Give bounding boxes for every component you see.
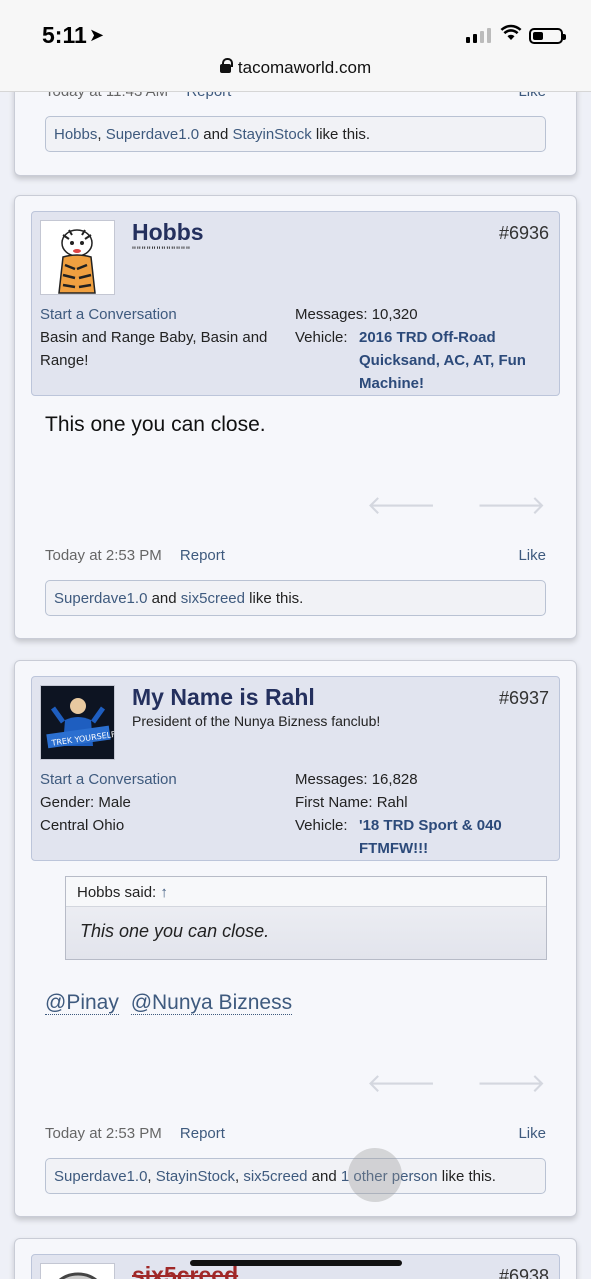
like-link[interactable]: Like: [518, 547, 546, 564]
post-date: Today at 2:53 PM: [45, 547, 162, 564]
quote-author: Hobbs said:: [77, 884, 157, 901]
liker-link[interactable]: StayinStock: [156, 1168, 235, 1185]
likes-summary: Superdave1.0, StayinStock, six5creed and…: [45, 1158, 546, 1194]
post-number[interactable]: #6938: [499, 1266, 549, 1279]
post-date: Today at 2:53 PM: [45, 1125, 162, 1142]
avatar[interactable]: [40, 1263, 115, 1279]
user-info-box: Hobbs """""""""""" #6936 Start a Convers…: [31, 211, 560, 396]
like-link[interactable]: Like: [518, 1125, 546, 1142]
start-conversation-link[interactable]: Start a Conversation: [40, 303, 280, 326]
report-link[interactable]: Report: [180, 547, 225, 564]
post-card: TREK YOURSELF My Name is Rahl President …: [14, 660, 577, 1217]
post-card: six5creed #6938: [14, 1238, 577, 1279]
liker-link[interactable]: StayinStock: [232, 126, 311, 143]
liker-link[interactable]: Superdave1.0: [54, 590, 147, 607]
user-location: Central Ohio: [40, 817, 125, 834]
post-meta: Today at 2:53 PM Report Like: [45, 1125, 546, 1142]
post-meta: Today at 2:53 PM Report Like: [45, 547, 546, 564]
avatar[interactable]: TREK YOURSELF: [40, 685, 115, 760]
liker-link[interactable]: six5creed: [181, 590, 245, 607]
user-right-column: Messages: 16,828 First Name: Rahl Vehicl…: [295, 768, 565, 860]
messages-value: 10,320: [371, 306, 418, 323]
username[interactable]: My Name is Rahl: [132, 684, 315, 711]
user-left-column: Start a Conversation Basin and Range Bab…: [40, 303, 280, 372]
mention-link[interactable]: @Nunya Bizness: [130, 991, 293, 1015]
messages-value: 16,828: [371, 771, 418, 788]
cellular-signal-icon: [466, 28, 491, 43]
wifi-icon: [500, 24, 522, 47]
user-info-box: TREK YOURSELF My Name is Rahl President …: [31, 676, 560, 861]
user-info-box: six5creed #6938: [31, 1254, 560, 1279]
touch-indicator: [348, 1148, 402, 1202]
status-bar: 5:11 ➤ tacomaworld.com: [0, 0, 591, 92]
vehicle-value: 2016 TRD Off-Road Quicksand, AC, AT, Fun…: [359, 329, 526, 392]
arrow-right-icon[interactable]: 🡒: [476, 1068, 546, 1099]
tiger-avatar-image: [58, 229, 96, 294]
quote-text: This one you can close.: [80, 921, 270, 941]
post-nav: 🡐 🡒: [367, 490, 546, 521]
lock-icon: [219, 58, 233, 73]
vehicle-value: '18 TRD Sport & 040 FTMFW!!!: [359, 817, 502, 857]
avatar[interactable]: [40, 220, 115, 295]
user-location: Basin and Range Baby, Basin and Range!: [40, 329, 268, 369]
arrow-left-icon[interactable]: 🡐: [367, 490, 437, 521]
mention-link[interactable]: @Pinay: [45, 991, 119, 1015]
liker-link[interactable]: Superdave1.0: [106, 126, 199, 143]
battery-icon: [529, 28, 566, 44]
post-card: Hobbs """""""""""" #6936 Start a Convers…: [14, 195, 577, 639]
gender-value: Male: [98, 794, 131, 811]
quote-header: Hobbs said: ↑: [66, 877, 546, 907]
username[interactable]: Hobbs: [132, 219, 204, 246]
wheel-avatar-image: [58, 1272, 98, 1279]
address-bar[interactable]: tacomaworld.com: [0, 58, 591, 78]
post-number[interactable]: #6936: [499, 223, 549, 244]
arrow-left-icon[interactable]: 🡐: [367, 1068, 437, 1099]
post-message: This one you can close.: [45, 413, 266, 436]
quote-jump-icon[interactable]: ↑: [160, 884, 168, 901]
gender-label: Gender:: [40, 794, 95, 811]
first-name-label: First Name:: [295, 794, 373, 811]
report-link[interactable]: Report: [180, 1125, 225, 1142]
user-right-column: Messages: 10,320 Vehicle: 2016 TRD Off-Ro…: [295, 303, 565, 395]
post-nav: 🡐 🡒: [367, 1068, 546, 1099]
vehicle-label: Vehicle:: [295, 817, 348, 834]
user-title: """""""""""": [132, 245, 191, 257]
user-title: President of the Nunya Bizness fanclub!: [132, 713, 381, 729]
clock: 5:11: [42, 22, 87, 48]
arrow-right-icon[interactable]: 🡒: [476, 490, 546, 521]
url-text: tacomaworld.com: [237, 58, 372, 77]
user-left-column: Start a Conversation Gender: Male Centra…: [40, 768, 280, 837]
trek-yourself-avatar-image: TREK YOURSELF: [41, 686, 114, 759]
liker-link[interactable]: Hobbs: [54, 126, 97, 143]
liker-link[interactable]: six5creed: [243, 1168, 307, 1185]
home-indicator[interactable]: [190, 1260, 402, 1266]
first-name-value: Rahl: [376, 794, 408, 811]
post-message: @Pinay @Nunya Bizness: [45, 991, 298, 1015]
likes-summary: Superdave1.0 and six5creed like this.: [45, 580, 546, 616]
messages-label: Messages:: [295, 306, 368, 323]
post-number[interactable]: #6937: [499, 688, 549, 709]
vehicle-label: Vehicle:: [295, 329, 348, 346]
quote-block: Hobbs said: ↑ This one you can close.: [65, 876, 547, 960]
liker-link[interactable]: Superdave1.0: [54, 1168, 147, 1185]
start-conversation-link[interactable]: Start a Conversation: [40, 768, 280, 791]
likes-summary: Hobbs, Superdave1.0 and StayinStock like…: [45, 116, 546, 152]
location-arrow-icon: ➤: [89, 25, 105, 45]
messages-label: Messages:: [295, 771, 368, 788]
